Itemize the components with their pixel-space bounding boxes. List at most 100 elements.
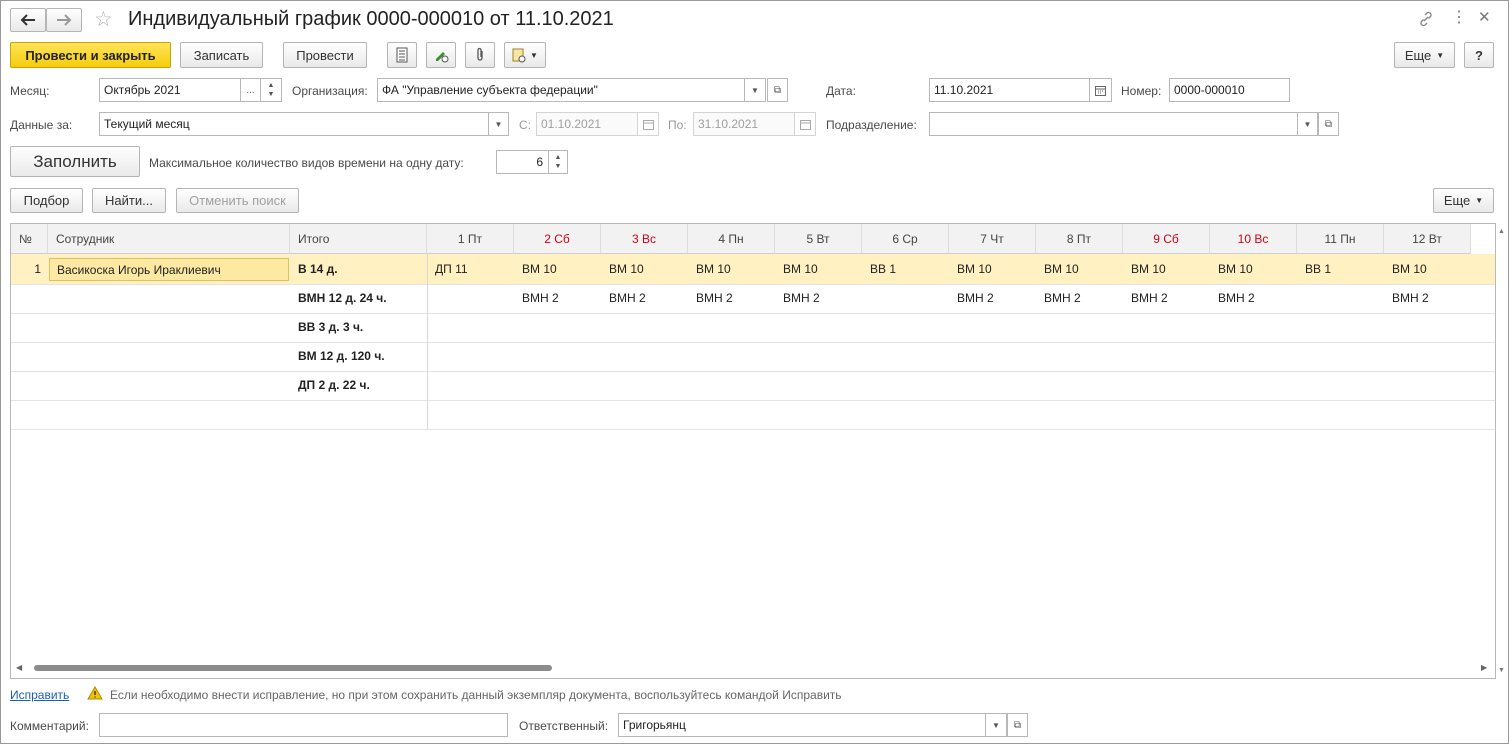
organization-field[interactable]: ФА "Управление субъекта федерации" — [377, 78, 745, 102]
header-day[interactable]: 12 Вт — [1384, 224, 1471, 254]
day-cell[interactable]: ВМН 2 — [1044, 283, 1081, 312]
scroll-up-icon[interactable]: ▲ — [1498, 228, 1505, 235]
arrow-left-icon — [20, 14, 35, 26]
organization-dropdown-button[interactable]: ▼ — [744, 78, 766, 102]
day-cell[interactable]: ВМН 2 — [1131, 283, 1168, 312]
to-label: По: — [668, 118, 687, 132]
save-button[interactable]: Записать — [180, 42, 263, 68]
number-label: Номер: — [1121, 84, 1162, 98]
day-cell[interactable]: ВМ 10 — [1392, 254, 1427, 283]
to-date-field[interactable]: 31.10.2021 — [693, 112, 795, 136]
favorite-star-icon[interactable]: ☆ — [94, 9, 113, 31]
date-calendar-button[interactable] — [1089, 78, 1112, 102]
scroll-right-icon[interactable]: ▶ — [1481, 663, 1487, 672]
month-label: Месяц: — [10, 84, 50, 98]
day-cell[interactable]: ВМН 2 — [1392, 283, 1429, 312]
month-select-button[interactable]: ... — [240, 78, 261, 102]
open-form-icon: ⧉ — [1013, 719, 1022, 731]
month-stepper[interactable]: ▲ ▼ — [260, 78, 282, 102]
edit-sign-button[interactable] — [426, 42, 456, 68]
header-day[interactable]: 5 Вт — [775, 224, 862, 254]
stepper-down-icon[interactable]: ▼ — [555, 162, 562, 171]
menu-dots-icon[interactable]: ⋮ — [1451, 9, 1467, 27]
more-button[interactable]: Еще ▼ — [1394, 42, 1455, 68]
scroll-left-icon[interactable]: ◀ — [16, 663, 22, 672]
department-dropdown-button[interactable]: ▼ — [1297, 112, 1318, 136]
report-button[interactable] — [387, 42, 417, 68]
day-cell[interactable]: ВВ 1 — [870, 254, 896, 283]
date-field[interactable]: 11.10.2021 — [929, 78, 1090, 102]
day-cell[interactable]: ВМН 2 — [957, 283, 994, 312]
cancel-search-button[interactable]: Отменить поиск — [176, 188, 299, 213]
header-day[interactable]: 7 Чт — [949, 224, 1036, 254]
table-more-button[interactable]: Еще ▼ — [1433, 188, 1494, 213]
scroll-down-icon[interactable]: ▼ — [1498, 667, 1505, 674]
close-icon[interactable]: ✕ — [1478, 9, 1491, 27]
chevron-down-icon: ▼ — [494, 119, 503, 129]
day-cell[interactable]: ВМ 10 — [1131, 254, 1166, 283]
header-day[interactable]: 1 Пт — [427, 224, 514, 254]
max-types-field[interactable]: 6 — [496, 150, 549, 174]
month-field[interactable]: Октябрь 2021 — [99, 78, 241, 102]
day-cell[interactable]: ВМН 2 — [783, 283, 820, 312]
day-cell[interactable]: ВМН 2 — [522, 283, 559, 312]
day-cell[interactable]: ВВ 1 — [1305, 254, 1331, 283]
header-day[interactable]: 9 Сб — [1123, 224, 1210, 254]
day-cell[interactable]: ВМ 10 — [1218, 254, 1253, 283]
data-for-field[interactable]: Текущий месяц — [99, 112, 489, 136]
number-field[interactable]: 0000-000010 — [1169, 78, 1290, 102]
back-button[interactable] — [10, 8, 46, 32]
responsible-dropdown-button[interactable]: ▼ — [985, 713, 1007, 737]
header-day[interactable]: 3 Вс — [601, 224, 688, 254]
fix-link[interactable]: Исправить — [10, 688, 69, 702]
header-day[interactable]: 4 Пн — [688, 224, 775, 254]
table-more-label: Еще — [1443, 193, 1471, 208]
day-cell[interactable]: ВМ 10 — [609, 254, 644, 283]
fill-button[interactable]: Заполнить — [10, 146, 140, 177]
create-based-on-button[interactable]: ▼ — [504, 42, 546, 68]
header-total[interactable]: Итого — [290, 224, 427, 254]
attach-button[interactable] — [465, 42, 495, 68]
stepper-up-icon[interactable]: ▲ — [268, 81, 275, 90]
day-cell[interactable]: ВМ 10 — [696, 254, 731, 283]
to-calendar-button[interactable] — [794, 112, 816, 136]
comment-field[interactable] — [99, 713, 508, 737]
post-and-close-button[interactable]: Провести и закрыть — [10, 42, 171, 68]
responsible-open-button[interactable]: ⧉ — [1007, 713, 1028, 737]
day-cell[interactable]: ДП 11 — [435, 254, 468, 283]
day-cell[interactable]: ВМН 2 — [609, 283, 646, 312]
day-cell[interactable]: ВМ 10 — [1044, 254, 1079, 283]
responsible-field[interactable]: Григорьянц — [618, 713, 986, 737]
post-button[interactable]: Провести — [283, 42, 367, 68]
paperclip-icon — [477, 47, 483, 61]
employee-cell[interactable]: Васикоска Игорь Ираклиевич — [49, 258, 289, 281]
from-calendar-button[interactable] — [637, 112, 659, 136]
department-open-button[interactable]: ⧉ — [1318, 112, 1339, 136]
day-cell[interactable]: ВМ 10 — [522, 254, 557, 283]
find-button[interactable]: Найти... — [92, 188, 166, 213]
pick-button[interactable]: Подбор — [10, 188, 83, 213]
header-day[interactable]: 8 Пт — [1036, 224, 1123, 254]
forward-button[interactable] — [46, 8, 82, 32]
header-day[interactable]: 2 Сб — [514, 224, 601, 254]
stepper-down-icon[interactable]: ▼ — [268, 90, 275, 99]
from-date-field[interactable]: 01.10.2021 — [536, 112, 638, 136]
data-for-dropdown-button[interactable]: ▼ — [488, 112, 509, 136]
day-cell[interactable]: ВМ 10 — [957, 254, 992, 283]
day-cell[interactable]: ВМ 10 — [783, 254, 818, 283]
header-day[interactable]: 6 Ср — [862, 224, 949, 254]
stepper-up-icon[interactable]: ▲ — [555, 153, 562, 162]
horizontal-scrollbar-thumb[interactable] — [34, 665, 552, 671]
day-cell[interactable]: ВМН 2 — [696, 283, 733, 312]
day-cell[interactable]: ВМН 2 — [1218, 283, 1255, 312]
max-types-stepper[interactable]: ▲ ▼ — [548, 150, 568, 174]
header-day[interactable]: 11 Пн — [1297, 224, 1384, 254]
help-button[interactable]: ? — [1464, 42, 1494, 68]
department-field[interactable] — [929, 112, 1298, 136]
open-form-icon: ⧉ — [1324, 118, 1333, 130]
organization-open-button[interactable]: ⧉ — [767, 78, 788, 102]
header-num[interactable]: № — [11, 224, 48, 254]
header-employee[interactable]: Сотрудник — [48, 224, 290, 254]
header-day[interactable]: 10 Вс — [1210, 224, 1297, 254]
link-icon[interactable] — [1418, 11, 1434, 30]
